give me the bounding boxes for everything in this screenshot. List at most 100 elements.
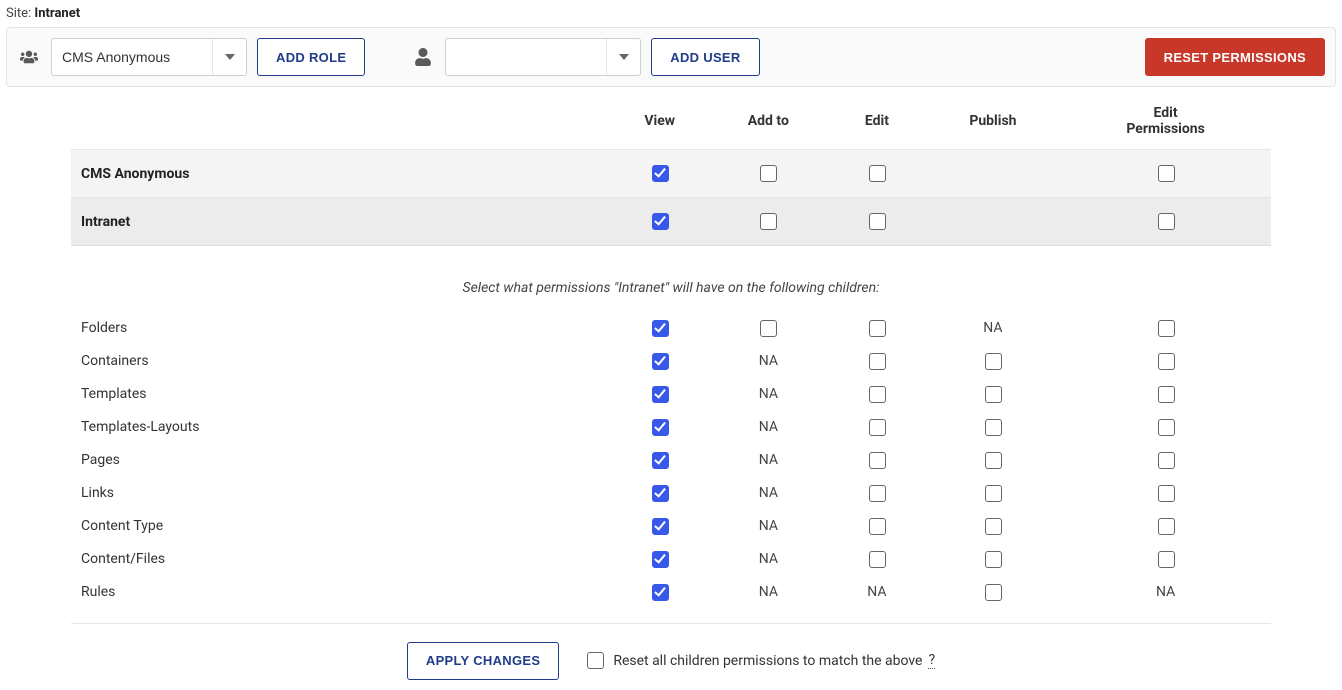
perm-child1-publish[interactable]: [985, 353, 1002, 370]
perm-child2-ep[interactable]: [1158, 386, 1175, 403]
perm-role-view[interactable]: [652, 165, 669, 182]
perm-child0-addto[interactable]: [760, 320, 777, 337]
perm-child0-view[interactable]: [652, 320, 669, 337]
child-row: Rules NA NA NA: [71, 576, 1271, 609]
child-label: Links: [71, 477, 611, 510]
perm-child5-publish[interactable]: [985, 485, 1002, 502]
role-row-label: CMS Anonymous: [71, 150, 611, 198]
user-select[interactable]: [445, 38, 641, 76]
reset-permissions-button[interactable]: RESET PERMISSIONS: [1145, 38, 1325, 76]
users-icon: [17, 48, 41, 66]
na-label: NA: [759, 584, 778, 600]
child-row: Containers NA: [71, 345, 1271, 378]
na-label: NA: [983, 320, 1002, 336]
perm-child4-publish[interactable]: [985, 452, 1002, 469]
col-edit-permissions: Edit Permissions: [1060, 97, 1271, 150]
child-label: Templates-Layouts: [71, 411, 611, 444]
child-label: Content/Files: [71, 543, 611, 576]
add-role-button[interactable]: ADD ROLE: [257, 38, 365, 76]
na-label: NA: [1156, 584, 1175, 600]
reset-children-line[interactable]: Reset all children permissions to match …: [583, 649, 935, 672]
child-label: Content Type: [71, 510, 611, 543]
reset-children-checkbox[interactable]: [587, 652, 604, 669]
site-context: Site: Intranet: [0, 0, 1342, 25]
col-view: View: [611, 97, 708, 150]
role-select-caret[interactable]: [212, 39, 246, 75]
header-row: View Add to Edit Publish Edit Permission…: [71, 97, 1271, 150]
na-label: NA: [867, 584, 886, 600]
col-edit: Edit: [828, 97, 925, 150]
child-row: Content/Files NA: [71, 543, 1271, 576]
perm-child0-ep[interactable]: [1158, 320, 1175, 337]
user-select-input[interactable]: [446, 39, 606, 75]
child-label: Pages: [71, 444, 611, 477]
perm-child3-publish[interactable]: [985, 419, 1002, 436]
child-label: Containers: [71, 345, 611, 378]
perm-host-addto[interactable]: [760, 213, 777, 230]
child-row: Folders NA: [71, 312, 1271, 345]
site-name: Intranet: [34, 6, 80, 21]
na-label: NA: [759, 518, 778, 534]
child-label: Rules: [71, 576, 611, 609]
perm-child2-publish[interactable]: [985, 386, 1002, 403]
perm-child7-ep[interactable]: [1158, 551, 1175, 568]
site-label: Site:: [6, 6, 31, 21]
apply-changes-button[interactable]: APPLY CHANGES: [407, 642, 559, 680]
perm-child5-edit[interactable]: [869, 485, 886, 502]
perm-child3-view[interactable]: [652, 419, 669, 436]
perm-child7-view[interactable]: [652, 551, 669, 568]
perm-child8-view[interactable]: [652, 584, 669, 601]
col-publish: Publish: [926, 97, 1061, 150]
na-label: NA: [759, 419, 778, 435]
child-row: Templates-Layouts NA: [71, 411, 1271, 444]
perm-child5-ep[interactable]: [1158, 485, 1175, 502]
perm-role-addto[interactable]: [760, 165, 777, 182]
na-label: NA: [759, 485, 778, 501]
perm-child1-view[interactable]: [652, 353, 669, 370]
perm-child6-edit[interactable]: [869, 518, 886, 535]
perm-child5-view[interactable]: [652, 485, 669, 502]
instruction-row: Select what permissions "Intranet" will …: [71, 276, 1271, 312]
perm-child6-view[interactable]: [652, 518, 669, 535]
host-row-label: Intranet: [71, 198, 611, 246]
perm-role-ep[interactable]: [1158, 165, 1175, 182]
perm-child1-ep[interactable]: [1158, 353, 1175, 370]
perm-child3-edit[interactable]: [869, 419, 886, 436]
role-row: CMS Anonymous: [71, 150, 1271, 198]
child-label: Folders: [71, 312, 611, 345]
perm-child7-publish[interactable]: [985, 551, 1002, 568]
permissions-table: View Add to Edit Publish Edit Permission…: [71, 97, 1271, 609]
role-select-input[interactable]: [52, 39, 212, 75]
perm-host-view[interactable]: [652, 213, 669, 230]
col-add-to: Add to: [708, 97, 828, 150]
perm-child3-ep[interactable]: [1158, 419, 1175, 436]
toolbar: ADD ROLE ADD USER RESET PERMISSIONS: [6, 27, 1336, 87]
user-select-caret[interactable]: [606, 39, 640, 75]
na-label: NA: [759, 452, 778, 468]
perm-child2-edit[interactable]: [869, 386, 886, 403]
perm-child7-edit[interactable]: [869, 551, 886, 568]
host-row: Intranet: [71, 198, 1271, 246]
add-user-button[interactable]: ADD USER: [651, 38, 759, 76]
perm-child0-edit[interactable]: [869, 320, 886, 337]
reset-children-help[interactable]: ?: [928, 652, 935, 669]
na-label: NA: [759, 386, 778, 402]
child-row: Pages NA: [71, 444, 1271, 477]
perm-child4-edit[interactable]: [869, 452, 886, 469]
perm-child2-view[interactable]: [652, 386, 669, 403]
perm-child6-ep[interactable]: [1158, 518, 1175, 535]
perm-child6-publish[interactable]: [985, 518, 1002, 535]
perm-child4-view[interactable]: [652, 452, 669, 469]
perm-child4-ep[interactable]: [1158, 452, 1175, 469]
user-icon: [411, 48, 435, 66]
child-label: Templates: [71, 378, 611, 411]
perm-role-edit[interactable]: [869, 165, 886, 182]
na-label: NA: [759, 353, 778, 369]
na-label: NA: [759, 551, 778, 567]
perm-child8-publish[interactable]: [985, 584, 1002, 601]
perm-host-ep[interactable]: [1158, 213, 1175, 230]
role-select[interactable]: [51, 38, 247, 76]
perm-child1-edit[interactable]: [869, 353, 886, 370]
perm-host-edit[interactable]: [869, 213, 886, 230]
bottom-bar: APPLY CHANGES Reset all children permiss…: [71, 623, 1271, 680]
